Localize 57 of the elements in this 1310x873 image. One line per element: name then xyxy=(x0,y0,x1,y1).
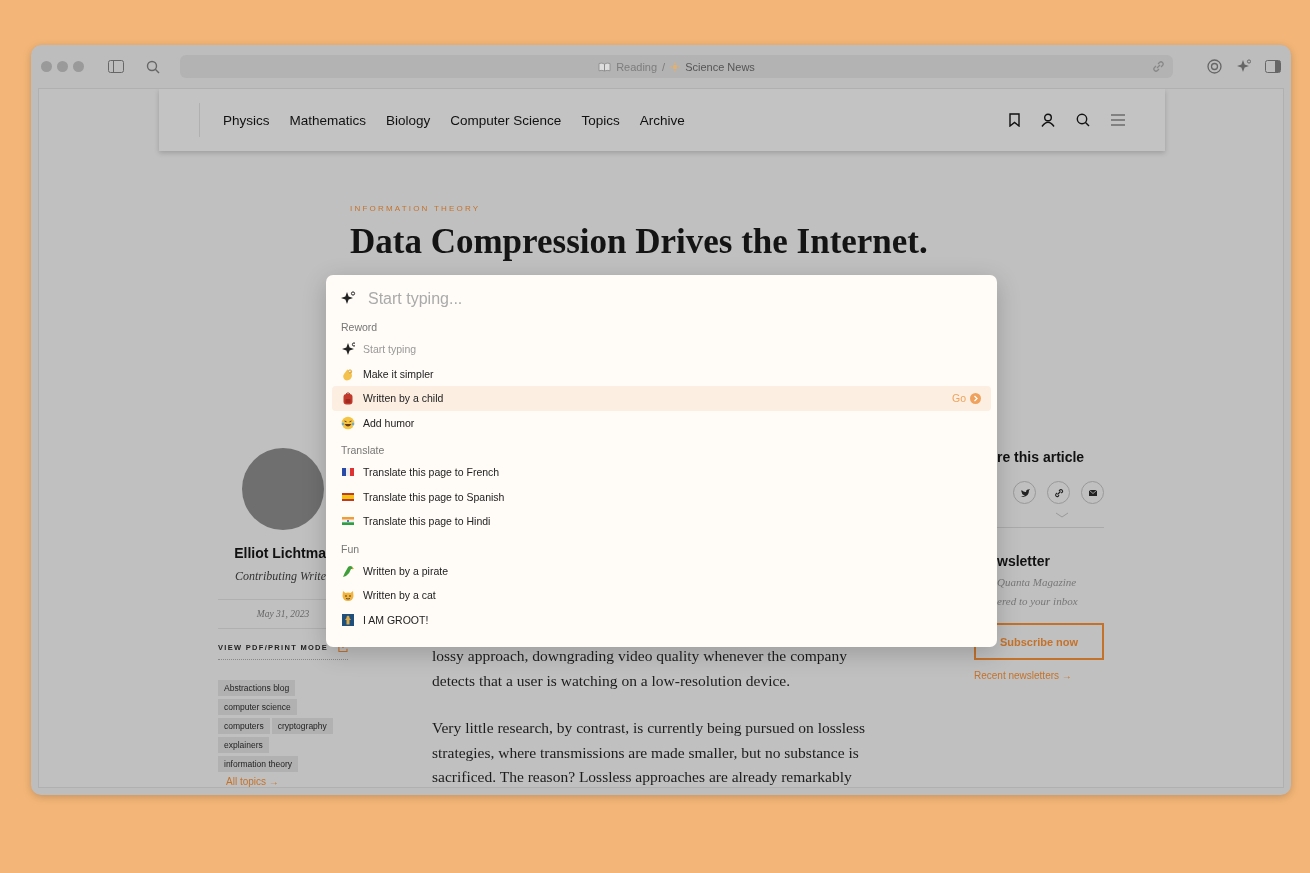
target-icon[interactable] xyxy=(1207,59,1222,74)
menu-icon[interactable] xyxy=(1111,114,1125,126)
author-role: Contributing Write xyxy=(234,569,327,584)
user-icon[interactable] xyxy=(1041,113,1055,127)
article-paragraph: lossy approach, downgrading video quality whenever the company detects that a user is watching on a low-resolution device. xyxy=(432,646,848,691)
chevron-circle-icon xyxy=(970,392,981,404)
topic-tag[interactable]: information theory xyxy=(218,756,299,772)
bookmark-icon[interactable] xyxy=(1009,113,1020,127)
newsletter-heading: wsletter xyxy=(997,553,1051,569)
backpack-icon xyxy=(341,391,355,406)
publish-date: May 31, 2023 xyxy=(256,608,310,621)
link-icon xyxy=(1052,486,1065,499)
laughing-face-icon xyxy=(341,415,355,430)
figure-icon xyxy=(341,612,355,627)
menu-item[interactable]: Translate this page to Hindi xyxy=(332,509,991,534)
topic-tag[interactable]: explainers xyxy=(218,737,269,753)
nav-link[interactable]: Physics xyxy=(223,112,270,128)
newsletter-description: ered to your inbox xyxy=(997,595,1079,607)
share-heading: re this article xyxy=(997,448,1086,467)
menu-item[interactable]: Written by a cat xyxy=(332,583,991,608)
menu-item[interactable]: Translate this page to Spanish xyxy=(332,484,991,509)
menu-item[interactable]: Written by a child Go xyxy=(332,386,991,411)
sparkle-icon[interactable] xyxy=(1236,59,1251,74)
newsletter-description: Quanta Magazine xyxy=(997,576,1078,588)
article-paragraph: Very little research, by contrast, is currently being pursued on lossless strategies, where transmissions are made smaller, but no substance is sacrificed. The reason? Lossless approaches are already remarkably xyxy=(432,718,867,787)
menu-item[interactable]: Written by a pirate xyxy=(332,558,991,583)
link-icon[interactable] xyxy=(1152,60,1165,73)
topic-tag[interactable]: Abstractions blog xyxy=(218,680,296,696)
search-icon[interactable] xyxy=(1076,113,1090,127)
nav-link[interactable]: Computer Science xyxy=(450,112,562,128)
menu-item[interactable]: Add humor xyxy=(332,410,991,435)
go-label: Go xyxy=(952,392,966,405)
menu-item[interactable]: Translate this page to French xyxy=(332,460,991,485)
section-heading: Fun xyxy=(340,541,361,557)
section-heading: Translate xyxy=(340,443,386,458)
nav-link[interactable]: Archive xyxy=(639,112,685,128)
nav-link[interactable]: Topics xyxy=(581,112,620,128)
article-title: Data Compression Drives the Internet. xyxy=(350,222,929,262)
topic-tag[interactable]: computers xyxy=(218,718,270,734)
topic-tag[interactable]: cryptography xyxy=(271,718,333,734)
sun-icon xyxy=(670,61,681,72)
category-label: INFORMATION THEORY xyxy=(350,204,482,213)
nav-link[interactable]: Mathematics xyxy=(289,112,367,128)
nav-link[interactable]: Biology xyxy=(386,112,431,128)
cat-face-icon xyxy=(341,588,355,603)
twitter-bird-icon xyxy=(1018,486,1031,499)
sparkle-icon xyxy=(341,342,355,357)
site-name: Science News xyxy=(685,60,755,73)
prompt-input[interactable]: Start typing... xyxy=(366,288,983,309)
sparkle-icon xyxy=(340,291,356,306)
section-heading: Reword xyxy=(340,320,379,335)
sidebar-icon[interactable] xyxy=(108,60,124,73)
address-separator: / xyxy=(662,60,666,73)
sidebar-icon[interactable] xyxy=(1265,60,1281,73)
menu-item[interactable]: Make it simpler xyxy=(332,361,991,386)
topic-tag[interactable]: computer science xyxy=(218,699,297,715)
book-icon xyxy=(598,61,612,72)
